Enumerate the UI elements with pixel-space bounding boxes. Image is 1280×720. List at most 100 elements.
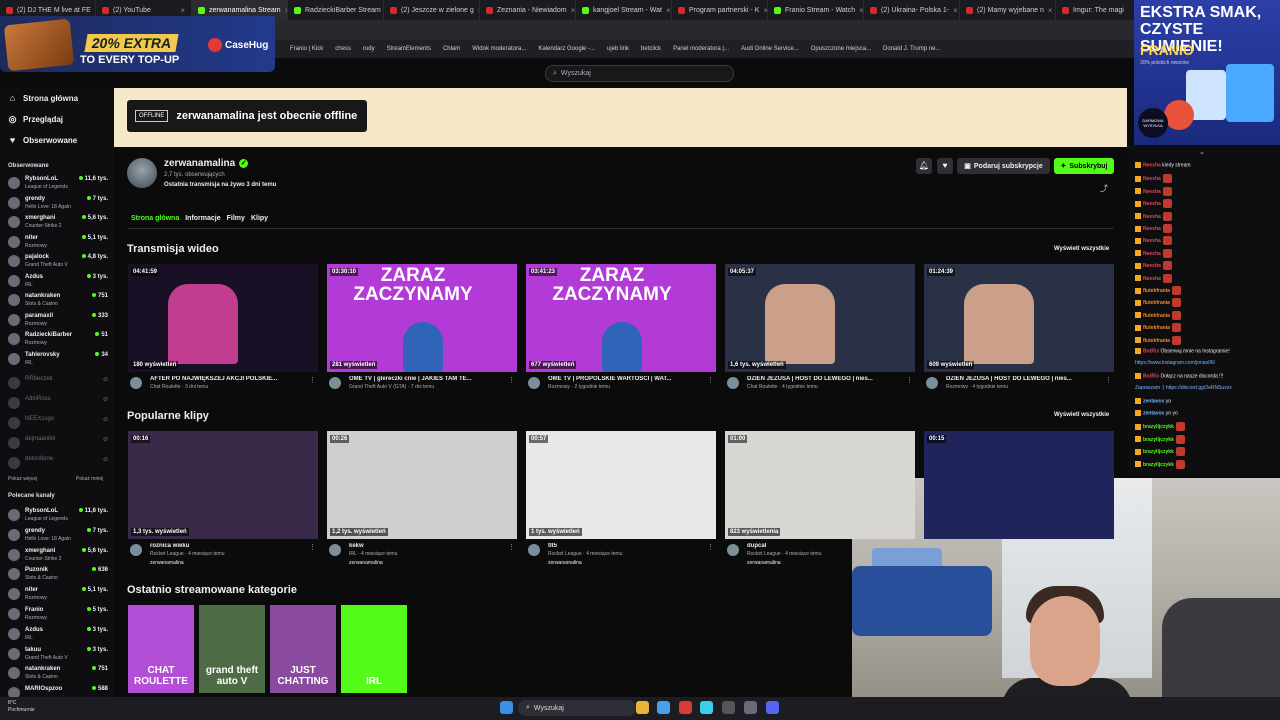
chat-username[interactable]: brazylijczykk — [1143, 461, 1174, 467]
more-options-icon[interactable]: ⋮ — [508, 376, 515, 384]
more-options-icon[interactable]: ⋮ — [309, 543, 316, 551]
sidebar-channel[interactable]: Tahlerovsky IRL 34 — [8, 350, 108, 372]
bookmark-item[interactable]: Franio | Kick — [290, 46, 323, 52]
chat-username[interactable]: brazylijczykk — [1143, 437, 1174, 443]
tab-home[interactable]: Strona główna — [131, 215, 179, 222]
browser-tab[interactable]: kangjoel Stream - Wat × — [576, 0, 672, 20]
sidebar-channel[interactable]: Franio Rozmowy 5 tys. — [8, 605, 108, 627]
chrome-icon[interactable] — [657, 701, 670, 714]
chat-username[interactable]: Neesha — [1143, 189, 1161, 195]
category-card[interactable]: grand theft auto V — [199, 605, 265, 693]
channel-avatar[interactable] — [127, 158, 157, 188]
bookmark-item[interactable]: Audi Online Service... — [741, 46, 799, 52]
bookmark-item[interactable]: Donald J. Trump ne... — [883, 46, 940, 52]
chat-username[interactable]: Neesha — [1143, 201, 1161, 207]
sidebar-channel[interactable]: Azdus IRL 3 tys. — [8, 625, 108, 647]
search-input[interactable]: ⌕ Wyszukaj — [545, 65, 734, 82]
chat-username[interactable]: Neesha — [1143, 226, 1161, 232]
browser-tab[interactable]: Program partnerski - K × — [672, 0, 768, 20]
chat-username[interactable]: Neesha — [1143, 251, 1161, 257]
more-options-icon[interactable]: ⋮ — [707, 376, 714, 384]
file-explorer-icon[interactable] — [636, 701, 649, 714]
sidebar-channel[interactable]: niter Rozmowy 5,1 tys. — [8, 585, 108, 607]
show-less-link[interactable]: Pokaż mniej — [76, 476, 103, 482]
follow-button[interactable]: ♥ — [937, 158, 953, 174]
sidebar-channel[interactable]: xmerghani Counter-Strike 2 5,6 tys. — [8, 546, 108, 568]
sidebar-channel[interactable]: natankraken Slots & Casino 751 — [8, 664, 108, 686]
notifications-button[interactable]: 🔔︎ — [916, 158, 932, 174]
show-more-link[interactable]: Pokaż więcej — [8, 476, 37, 482]
sidebar-channel[interactable]: takuu Grand Theft Auto V 3 tys. — [8, 645, 108, 667]
chat-username[interactable]: BotRix — [1143, 348, 1159, 354]
sidebar-channel[interactable]: NEEXcsgo ⊘ — [8, 414, 108, 436]
more-options-icon[interactable]: ⋮ — [1105, 376, 1112, 384]
more-options-icon[interactable]: ⋮ — [508, 543, 515, 551]
taskbar-search[interactable]: ⌕ Wyszukaj — [518, 700, 636, 716]
bookmark-item[interactable]: betclick — [641, 46, 661, 52]
chat-username[interactable]: flutekfrania — [1143, 313, 1170, 319]
videos-see-all-link[interactable]: Wyświetl wszystkie — [1054, 246, 1109, 252]
sidebar-channel[interactable]: Puzonik Slots & Casino 636 — [8, 565, 108, 587]
video-thumbnail[interactable]: ZARAZ ZACZYNAMY 03:41:23 677 wyświetleń — [526, 264, 716, 372]
close-tab-icon[interactable]: × — [571, 6, 575, 15]
browser-tab[interactable]: Franio Stream - Watch × — [768, 0, 864, 20]
item-title[interactable]: DZIEŃ JEZUSA | HOST DO LEWEGO | nies... — [946, 376, 1106, 382]
more-options-icon[interactable]: ⋮ — [906, 543, 913, 551]
video-thumbnail[interactable]: 04:05:37 1,6 tys. wyświetleń — [725, 264, 915, 372]
chat-username[interactable]: Neesha — [1143, 162, 1161, 168]
item-title[interactable]: tlt5 — [548, 543, 708, 549]
chat-username[interactable]: Neesha — [1143, 238, 1161, 244]
item-title[interactable]: dupcal — [747, 543, 907, 549]
tab-videos[interactable]: Filmy — [227, 215, 245, 222]
nav-home[interactable]: ⌂ Strona główna — [8, 94, 78, 104]
more-options-icon[interactable]: ⋮ — [707, 543, 714, 551]
gift-subscription-button[interactable]: ▣ Podaruj subskrypcje — [957, 158, 1050, 174]
category-card[interactable]: IRL — [341, 605, 407, 693]
sidebar-channel[interactable]: RRbeczek ⊘ — [8, 374, 108, 396]
clips-see-all-link[interactable]: Wyświetl wszystkie — [1054, 412, 1109, 418]
chat-username[interactable]: zentavos — [1143, 398, 1164, 404]
clip-thumbnail[interactable]: 01:00 823 wyświetlenia — [725, 431, 915, 539]
bookmark-item[interactable]: Panel moderatora |... — [673, 46, 729, 52]
clip-thumbnail[interactable]: 00:26 1,2 tys. wyświetleń — [327, 431, 517, 539]
bookmark-item[interactable]: StreamElements — [387, 46, 431, 52]
clip-thumbnail[interactable]: 00:15 — [924, 431, 1114, 539]
chat-username[interactable]: brazylijczykk — [1143, 449, 1174, 455]
item-title[interactable]: OME TV | PROPOLSKIE WARTOŚCI | WAT... — [548, 376, 708, 382]
chat-username[interactable]: brazylijczykk — [1143, 424, 1174, 430]
chat-link[interactable]: https://www.instagram.com/jonas06/ — [1135, 360, 1215, 366]
chat-username[interactable]: flutekfrania — [1143, 288, 1170, 294]
chat-username[interactable]: Neesha — [1143, 213, 1161, 219]
close-tab-icon[interactable]: × — [666, 6, 671, 15]
item-title[interactable]: AFTER PO NAJWIĘKSZEJ AKCJI POLSKIE... — [150, 376, 310, 382]
windows-start-icon[interactable] — [500, 701, 513, 714]
clip-thumbnail[interactable]: 00:57 1 tys. wyświetleń — [526, 431, 716, 539]
sidebar-channel[interactable]: delordione ⊘ — [8, 454, 108, 476]
more-options-icon[interactable]: ⋮ — [906, 376, 913, 384]
category-card[interactable]: JUST CHATTING — [270, 605, 336, 693]
tab-about[interactable]: Informacje — [185, 215, 220, 222]
clip-thumbnail[interactable]: 00:16 1,3 tys. wyświetleń — [128, 431, 318, 539]
bookmark-item[interactable]: Opuszczone miejsca... — [811, 46, 871, 52]
chat-username[interactable]: flutekfrania — [1143, 300, 1170, 306]
chat-username[interactable]: flutekfrania — [1143, 325, 1170, 331]
chat-link[interactable]: Zapraszam :) https://discord.gg/2eRNSuvx… — [1135, 385, 1232, 391]
browser-tab[interactable]: (2) Ukraina- Polska 1- × — [864, 0, 960, 20]
video-thumbnail[interactable]: 04:41:59 180 wyświetleń — [128, 264, 318, 372]
bookmark-item[interactable]: Widok moderatora... — [472, 46, 526, 52]
weather-widget[interactable]: 8°C Pochmurnie — [8, 700, 35, 714]
close-tab-icon[interactable]: × — [953, 6, 958, 15]
item-title[interactable]: DZIEŃ JEZUSA | HOST DO LEWEGO | nies... — [747, 376, 907, 382]
app-icon[interactable] — [700, 701, 713, 714]
item-title[interactable]: kekw — [349, 543, 509, 549]
sidebar-channel[interactable]: dejmaanikk ⊘ — [8, 434, 108, 456]
close-tab-icon[interactable]: × — [180, 6, 185, 15]
browser-tab[interactable]: (2) Jeszcze w zielone g× — [384, 0, 480, 20]
sidebar-channel[interactable]: grendy Hello Love: 18 Again 7 tys. — [8, 526, 108, 548]
browser-tab[interactable]: Zeznania - Niewiadom × — [480, 0, 576, 20]
advertisement-banner[interactable]: EKSTRA SMAK, CZYSTE SUMIENIE! FRANIO 30%… — [1134, 0, 1280, 145]
item-title[interactable]: roznica wieku — [150, 543, 310, 549]
chat-username[interactable]: Neesha — [1143, 176, 1161, 182]
chat-username[interactable]: Neesha — [1143, 263, 1161, 269]
nav-browse[interactable]: ◎ Przeglądaj — [8, 115, 63, 125]
